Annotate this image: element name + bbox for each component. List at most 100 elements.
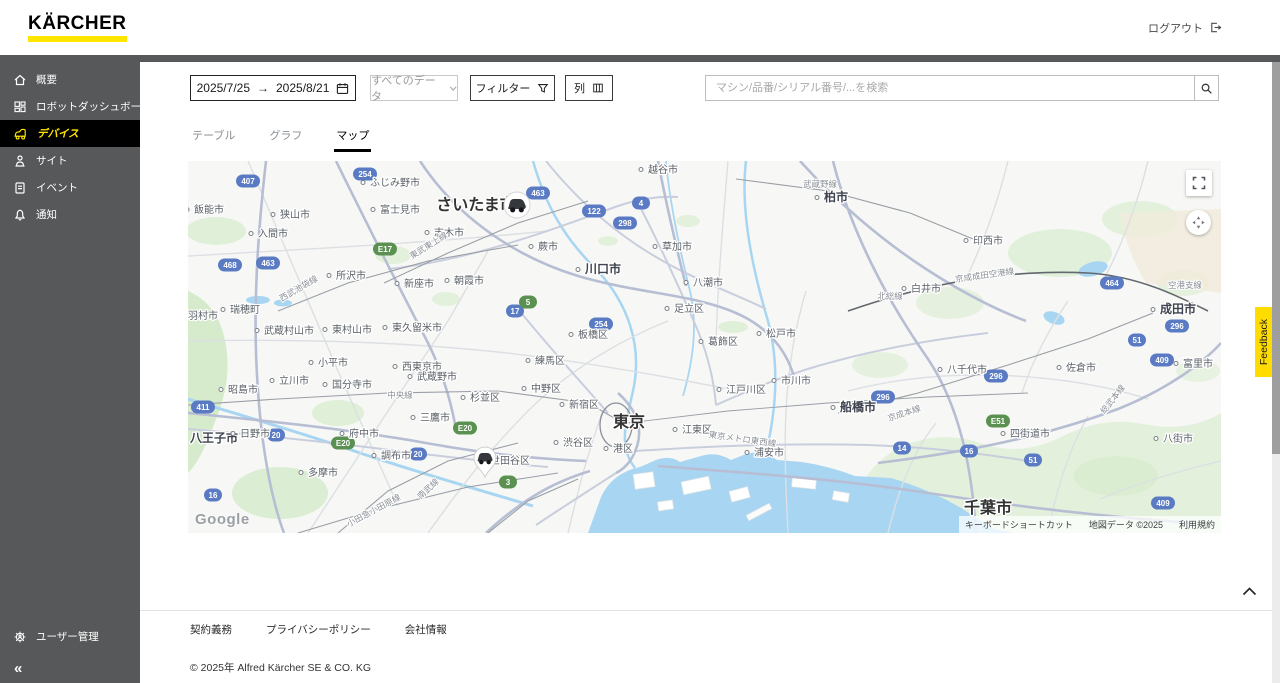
route-shield: 468 xyxy=(218,259,242,272)
sidebar-item-label: ユーザー管理 xyxy=(36,629,99,644)
map-pan-control[interactable] xyxy=(1186,210,1211,235)
keyboard-shortcuts-link[interactable]: キーボードショートカット xyxy=(965,518,1073,531)
tab-graph[interactable]: グラフ xyxy=(267,125,304,152)
place-dot xyxy=(408,375,412,379)
karcher-logo: KÄRCHER xyxy=(28,14,127,42)
svg-text:296: 296 xyxy=(1170,322,1184,331)
route-shield: 463 xyxy=(526,187,550,200)
place-dot xyxy=(323,383,327,387)
place-dot xyxy=(1057,366,1061,370)
map-label: 調布市 xyxy=(381,449,411,462)
sidebar-collapse-button[interactable]: « xyxy=(14,660,22,677)
place-dot xyxy=(653,245,657,249)
page-scrollbar[interactable] xyxy=(1272,62,1280,683)
svg-text:254: 254 xyxy=(594,320,608,329)
route-shield: 298 xyxy=(613,217,637,230)
map-label: 千葉市 xyxy=(964,498,1012,517)
scrollbar-thumb[interactable] xyxy=(1272,62,1280,454)
map-label: 東久留米市 xyxy=(392,321,442,334)
map-label: 川口市 xyxy=(584,261,621,276)
sidebar-item-user-management[interactable]: ユーザー管理 xyxy=(0,623,140,650)
place-dot xyxy=(231,432,235,436)
tab-table[interactable]: テーブル xyxy=(190,125,237,152)
sidebar-item-devices[interactable]: デバイス xyxy=(0,120,140,147)
data-scope-select[interactable]: すべてのデータ xyxy=(370,75,458,101)
map-label: 八街市 xyxy=(1163,432,1193,445)
place-dot xyxy=(395,282,399,286)
map-label: 国分寺市 xyxy=(332,378,372,391)
footer-link-company[interactable]: 会社情報 xyxy=(405,622,447,637)
sidebar-item-robot-dashboard[interactable]: ロボットダッシュボード xyxy=(0,93,140,120)
map-label: 北総線 xyxy=(877,291,903,301)
feedback-tab[interactable]: Feedback xyxy=(1255,307,1272,377)
route-shield: 51 xyxy=(1024,454,1042,467)
map-label: 富士見市 xyxy=(380,203,420,216)
scroll-top-button[interactable] xyxy=(1238,582,1260,600)
logout-button[interactable]: ログアウト xyxy=(1148,20,1222,36)
route-shield: E51 xyxy=(986,415,1010,428)
sidebar-item-overview[interactable]: 概要 xyxy=(0,66,140,93)
place-dot xyxy=(372,454,376,458)
svg-text:5: 5 xyxy=(526,298,531,307)
map-label: 練馬区 xyxy=(535,354,565,367)
machine-marker-setagaya[interactable] xyxy=(474,447,496,477)
search-box xyxy=(705,75,1219,101)
sidebar-item-sites[interactable]: サイト xyxy=(0,147,140,174)
map-label: 京成成田空港線 xyxy=(954,266,1015,284)
map-label: 羽村市 xyxy=(188,309,218,322)
map-label: 武蔵野市 xyxy=(417,370,457,383)
columns-button[interactable]: 列 xyxy=(565,75,613,101)
terms-link[interactable]: 利用規約 xyxy=(1179,518,1215,531)
app-header: KÄRCHER ログアウト xyxy=(0,0,1280,55)
machine-marker-saitama[interactable] xyxy=(504,192,530,218)
place-dot xyxy=(270,379,274,383)
footer-link-contract[interactable]: 契約義務 xyxy=(190,622,232,637)
site-icon xyxy=(13,154,27,168)
route-shield: 409 xyxy=(1151,497,1175,510)
map-label: 草加市 xyxy=(662,240,692,253)
sidebar-item-notifications[interactable]: 通知 xyxy=(0,201,140,228)
place-dot xyxy=(461,396,465,400)
place-dot xyxy=(757,332,761,336)
place-dot xyxy=(673,428,677,432)
sidebar-nav: 概要 ロボットダッシュボード デバイス サイト イベント 通知 ユーザー管理 « xyxy=(0,55,140,683)
place-dot xyxy=(554,441,558,445)
place-dot xyxy=(1174,362,1178,366)
calendar-icon xyxy=(336,82,349,95)
date-start: 2025/7/25 xyxy=(197,81,250,95)
karcher-logo-underline xyxy=(28,36,127,42)
place-dot xyxy=(529,245,533,249)
place-dot xyxy=(1001,432,1005,436)
route-shield: 16 xyxy=(204,489,222,502)
place-dot xyxy=(340,432,344,436)
user-gear-icon xyxy=(13,630,27,644)
map-label: 府中市 xyxy=(349,427,379,440)
route-shield: 5 xyxy=(519,296,537,309)
sidebar-item-events[interactable]: イベント xyxy=(0,174,140,201)
filter-button[interactable]: フィルター xyxy=(470,75,555,101)
date-range-picker[interactable]: 2025/7/25 → 2025/8/21 xyxy=(190,75,356,101)
place-dot xyxy=(665,307,669,311)
tab-map[interactable]: マップ xyxy=(334,125,371,152)
place-dot xyxy=(938,368,942,372)
map-label: 船橋市 xyxy=(840,399,876,414)
map-label: 武蔵村山市 xyxy=(264,324,314,337)
footer-link-privacy[interactable]: プライバシーポリシー xyxy=(266,622,371,637)
map-label: 板橋区 xyxy=(578,328,608,341)
svg-text:E17: E17 xyxy=(378,245,393,254)
svg-text:122: 122 xyxy=(587,207,601,216)
svg-text:4: 4 xyxy=(639,199,644,208)
dashboard-icon xyxy=(13,100,27,114)
sidebar-item-label: 通知 xyxy=(36,207,57,222)
map-canvas[interactable]: 407254463122429846346817254E17541120E202… xyxy=(188,161,1221,533)
search-button[interactable] xyxy=(1194,76,1218,100)
place-dot xyxy=(745,451,749,455)
route-shield: 4 xyxy=(632,197,650,210)
main-content: 2025/7/25 → 2025/8/21 すべてのデータ フィルター 列 テー… xyxy=(140,62,1272,683)
map-fullscreen-button[interactable] xyxy=(1186,170,1212,196)
search-input[interactable] xyxy=(706,76,1194,100)
place-dot xyxy=(445,279,449,283)
route-shield: 254 xyxy=(589,318,613,331)
svg-text:407: 407 xyxy=(241,177,255,186)
feedback-label: Feedback xyxy=(1258,319,1270,365)
